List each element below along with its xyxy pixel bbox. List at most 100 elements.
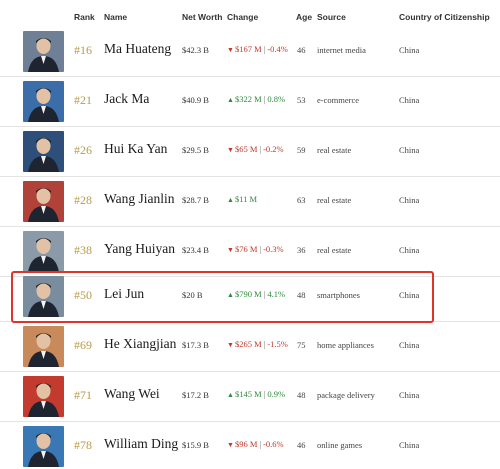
change-amount: $76 M xyxy=(234,244,258,254)
highlight-box xyxy=(11,271,434,323)
table-row[interactable]: #69 He Xiangjian $17.3 B ▼$265 M | -1.5% 7… xyxy=(0,322,500,372)
change: ▲$322 M | 0.8% xyxy=(227,94,285,104)
rank: #71 xyxy=(74,388,92,402)
person-name[interactable]: Wang Jianlin xyxy=(104,191,175,207)
person-name[interactable]: Hui Ka Yan xyxy=(104,141,167,157)
avatar[interactable] xyxy=(23,181,64,222)
country: China xyxy=(399,195,420,205)
country: China xyxy=(399,145,420,155)
person-name[interactable]: Jack Ma xyxy=(104,91,149,107)
separator: | xyxy=(263,339,266,349)
age: 36 xyxy=(297,245,306,255)
net-worth: $15.9 B xyxy=(182,440,209,450)
net-worth: $17.3 B xyxy=(182,340,209,350)
source: real estate xyxy=(317,245,352,255)
source: internet media xyxy=(317,45,366,55)
source: e-commerce xyxy=(317,95,359,105)
change-percent: -1.5% xyxy=(267,339,288,349)
avatar[interactable] xyxy=(23,231,64,272)
separator: | xyxy=(263,389,266,399)
up-arrow-icon: ▲ xyxy=(227,96,234,104)
age: 48 xyxy=(297,390,306,400)
change-amount: $265 M xyxy=(234,339,262,349)
change: ▼$65 M | -0.2% xyxy=(227,144,284,154)
avatar[interactable] xyxy=(23,376,64,417)
change: ▼$265 M | -1.5% xyxy=(227,339,288,349)
table-row[interactable]: #28 Wang Jianlin $28.7 B ▲$11 M 63 real … xyxy=(0,177,500,227)
person-name[interactable]: He Xiangjian xyxy=(104,336,176,352)
down-arrow-icon: ▼ xyxy=(227,246,234,254)
source: home appliances xyxy=(317,340,374,350)
separator: | xyxy=(263,44,266,54)
person-name[interactable]: William Ding xyxy=(104,436,178,452)
age: 46 xyxy=(297,440,306,450)
table-row[interactable]: #21 Jack Ma $40.9 B ▲$322 M | 0.8% 53 e-co… xyxy=(0,77,500,127)
separator: | xyxy=(263,94,266,104)
avatar[interactable] xyxy=(23,131,64,172)
age: 53 xyxy=(297,95,306,105)
source: package delivery xyxy=(317,390,375,400)
country: China xyxy=(399,440,420,450)
change-amount: $11 M xyxy=(234,194,258,204)
table-row[interactable]: #16 Ma Huateng $42.3 B ▼$167 M | -0.4% 46 … xyxy=(0,27,500,77)
net-worth: $40.9 B xyxy=(182,95,209,105)
rank: #21 xyxy=(74,93,92,107)
source: online games xyxy=(317,440,363,450)
person-name[interactable]: Ma Huateng xyxy=(104,41,171,57)
net-worth: $17.2 B xyxy=(182,390,209,400)
country: China xyxy=(399,45,420,55)
header-rank[interactable]: Rank xyxy=(74,12,95,22)
header-country[interactable]: Country of Citizenship xyxy=(399,12,490,22)
header-net-worth[interactable]: Net Worth xyxy=(182,12,222,22)
change-percent: 0.8% xyxy=(267,94,286,104)
change-amount: $65 M xyxy=(234,144,258,154)
separator: | xyxy=(259,144,262,154)
rank: #69 xyxy=(74,338,92,352)
age: 63 xyxy=(297,195,306,205)
source: real estate xyxy=(317,145,352,155)
table-header: Rank Name Net Worth Change Age Source Co… xyxy=(0,0,500,30)
header-age[interactable]: Age xyxy=(296,12,312,22)
net-worth: $42.3 B xyxy=(182,45,209,55)
header-name[interactable]: Name xyxy=(104,12,127,22)
rank: #38 xyxy=(74,243,92,257)
table-row[interactable]: #26 Hui Ka Yan $29.5 B ▼$65 M | -0.2% 59 r… xyxy=(0,127,500,177)
table-row[interactable]: #78 William Ding $15.9 B ▼$96 M | -0.6% 46… xyxy=(0,422,500,469)
up-arrow-icon: ▲ xyxy=(227,196,234,204)
change-amount: $167 M xyxy=(234,44,262,54)
age: 75 xyxy=(297,340,306,350)
age: 46 xyxy=(297,45,306,55)
change-percent: -0.2% xyxy=(263,144,284,154)
net-worth: $28.7 B xyxy=(182,195,209,205)
net-worth: $29.5 B xyxy=(182,145,209,155)
separator: | xyxy=(259,439,262,449)
person-name[interactable]: Wang Wei xyxy=(104,386,160,402)
change-amount: $96 M xyxy=(234,439,258,449)
avatar[interactable] xyxy=(23,81,64,122)
down-arrow-icon: ▼ xyxy=(227,146,234,154)
change-amount: $145 M xyxy=(234,389,262,399)
change-percent: -0.6% xyxy=(263,439,284,449)
net-worth: $23.4 B xyxy=(182,245,209,255)
header-source[interactable]: Source xyxy=(317,12,346,22)
table-row[interactable]: #38 Yang Huiyan $23.4 B ▼$76 M | -0.3% 36 … xyxy=(0,227,500,277)
country: China xyxy=(399,95,420,105)
table-row[interactable]: #71 Wang Wei $17.2 B ▲$145 M | 0.9% 48 pac… xyxy=(0,372,500,422)
change-percent: -0.3% xyxy=(263,244,284,254)
change: ▲$11 M xyxy=(227,194,257,204)
avatar[interactable] xyxy=(23,326,64,367)
avatar[interactable] xyxy=(23,31,64,72)
up-arrow-icon: ▲ xyxy=(227,391,234,399)
avatar[interactable] xyxy=(23,426,64,467)
down-arrow-icon: ▼ xyxy=(227,441,234,449)
source: real estate xyxy=(317,195,352,205)
header-change[interactable]: Change xyxy=(227,12,258,22)
rank: #16 xyxy=(74,43,92,57)
country: China xyxy=(399,340,420,350)
country: China xyxy=(399,245,420,255)
change: ▼$96 M | -0.6% xyxy=(227,439,284,449)
person-name[interactable]: Yang Huiyan xyxy=(104,241,175,257)
change-percent: 0.9% xyxy=(267,389,286,399)
change: ▼$167 M | -0.4% xyxy=(227,44,288,54)
change-amount: $322 M xyxy=(234,94,262,104)
